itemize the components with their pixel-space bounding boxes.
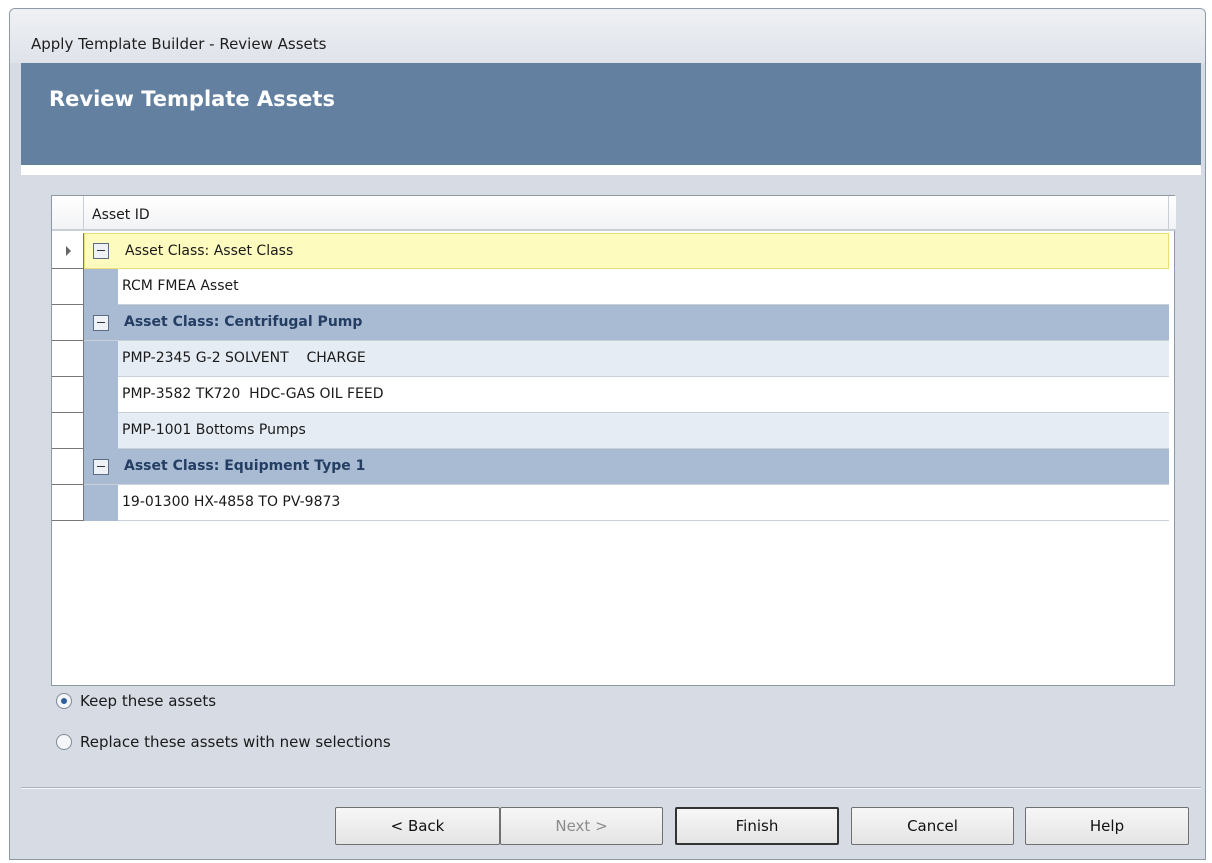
replace-assets-option[interactable]: Replace these assets with new selections xyxy=(56,733,391,751)
asset-id-cell: PMP-3582 TK720 HDC-GAS OIL FEED xyxy=(118,377,1169,413)
table-row[interactable]: PMP-3582 TK720 HDC-GAS OIL FEED xyxy=(52,377,1169,413)
help-button[interactable]: Help xyxy=(1025,807,1189,845)
group-indent xyxy=(84,485,118,521)
wizard-banner: Review Template Assets xyxy=(21,63,1201,165)
cancel-button[interactable]: Cancel xyxy=(851,807,1014,845)
footer-divider xyxy=(21,787,1201,789)
page-heading: Review Template Assets xyxy=(49,87,335,111)
keep-assets-option[interactable]: Keep these assets xyxy=(56,692,216,710)
group-indent xyxy=(84,377,118,413)
grid-header: Asset ID xyxy=(52,196,1176,231)
row-selector[interactable] xyxy=(52,413,84,449)
row-selector[interactable] xyxy=(52,341,84,377)
current-row-arrow-icon xyxy=(66,246,71,256)
asset-id-cell: PMP-1001 Bottoms Pumps xyxy=(118,413,1169,449)
keep-assets-radio[interactable] xyxy=(56,693,72,709)
title-bar: Apply Template Builder - Review Assets xyxy=(10,9,1205,63)
back-button[interactable]: < Back xyxy=(335,807,500,845)
replace-assets-radio[interactable] xyxy=(56,734,72,750)
window-title: Apply Template Builder - Review Assets xyxy=(31,35,327,53)
group-row[interactable]: Asset Class: Asset Class xyxy=(52,233,1169,269)
banner-divider xyxy=(21,165,1201,175)
group-indent xyxy=(84,269,118,305)
row-selector[interactable] xyxy=(52,269,84,305)
row-selector[interactable] xyxy=(52,485,84,521)
group-label: Asset Class: Equipment Type 1 xyxy=(84,449,1169,485)
asset-id-cell: RCM FMEA Asset xyxy=(118,269,1169,305)
asset-id-cell: 19-01300 HX-4858 TO PV-9873 xyxy=(118,485,1169,521)
group-indent xyxy=(84,341,118,377)
next-button[interactable]: Next > xyxy=(500,807,663,845)
row-selector[interactable] xyxy=(52,449,84,485)
collapse-toggle-icon[interactable] xyxy=(93,315,109,331)
group-row[interactable]: Asset Class: Centrifugal Pump xyxy=(52,305,1169,341)
column-header-asset-id[interactable]: Asset ID xyxy=(92,207,150,223)
finish-button[interactable]: Finish xyxy=(675,807,839,845)
replace-assets-label: Replace these assets with new selections xyxy=(80,733,391,751)
table-row[interactable]: RCM FMEA Asset xyxy=(52,269,1169,305)
collapse-toggle-icon[interactable] xyxy=(93,459,109,475)
table-row[interactable]: PMP-1001 Bottoms Pumps xyxy=(52,413,1169,449)
header-end-cell xyxy=(1168,196,1176,231)
group-row[interactable]: Asset Class: Equipment Type 1 xyxy=(52,449,1169,485)
wizard-window: Apply Template Builder - Review Assets R… xyxy=(9,8,1206,860)
row-selector[interactable] xyxy=(52,305,84,341)
row-selector-header xyxy=(52,196,84,231)
row-selector[interactable] xyxy=(52,233,84,269)
group-label: Asset Class: Asset Class xyxy=(84,233,1169,269)
group-label: Asset Class: Centrifugal Pump xyxy=(84,305,1169,341)
table-row[interactable]: PMP-2345 G-2 SOLVENT CHARGE xyxy=(52,341,1169,377)
asset-grid[interactable]: Asset ID Asset Class: Asset Class RCM FM… xyxy=(51,195,1176,686)
group-indent xyxy=(84,413,118,449)
table-row[interactable]: 19-01300 HX-4858 TO PV-9873 xyxy=(52,485,1169,521)
asset-id-cell: PMP-2345 G-2 SOLVENT CHARGE xyxy=(118,341,1169,377)
keep-assets-label: Keep these assets xyxy=(80,692,217,710)
collapse-toggle-icon[interactable] xyxy=(93,243,109,259)
row-selector[interactable] xyxy=(52,377,84,413)
